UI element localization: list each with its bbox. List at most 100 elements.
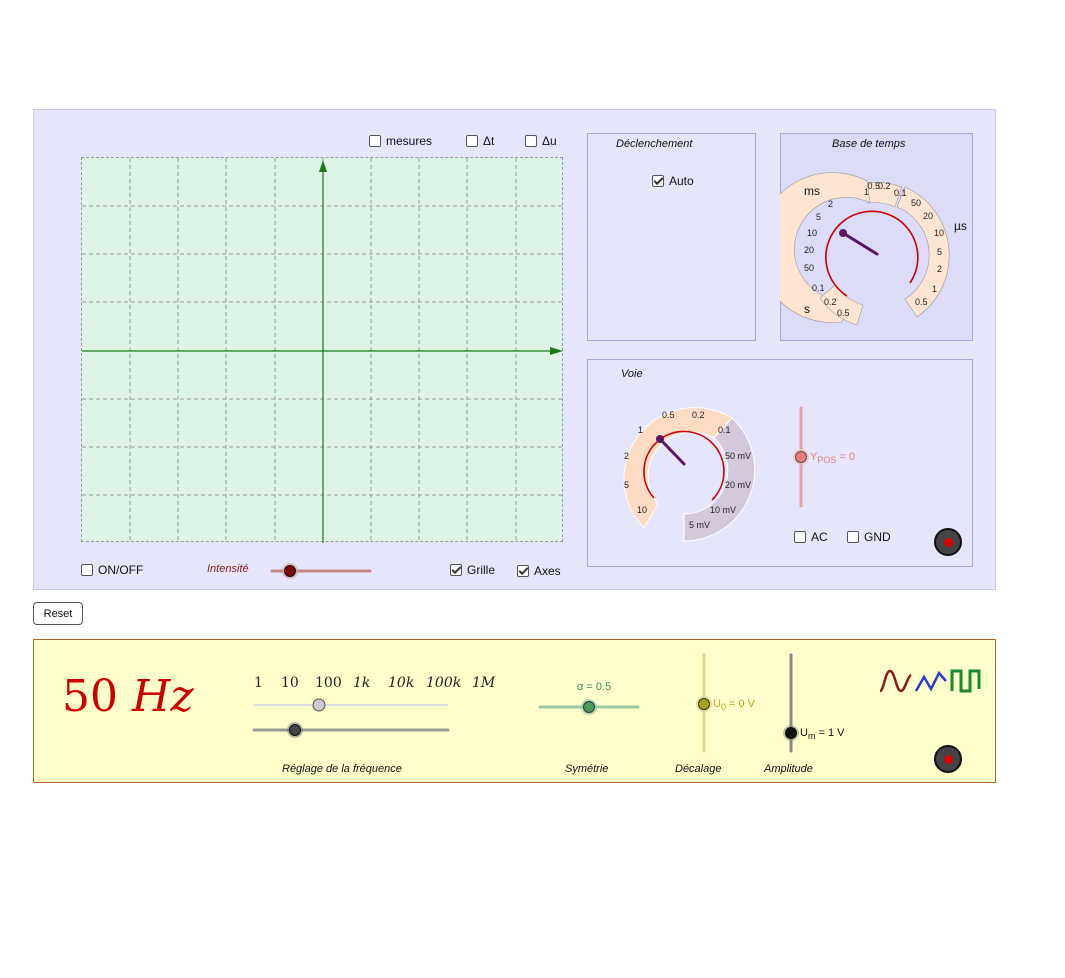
tb-label-ms-01: 0.1 <box>894 188 907 198</box>
freq-scale-100k: 100k <box>426 675 462 691</box>
frequency-unit: Hz <box>132 671 194 722</box>
screen-axes <box>82 160 563 543</box>
measures-label: mesures <box>386 134 433 148</box>
trigger-panel <box>587 133 756 341</box>
tb-label-ms-5: 5 <box>816 212 821 222</box>
tb-label-us-10: 10 <box>934 228 944 238</box>
tb-label-ms-02: 0.2 <box>878 181 891 191</box>
ch-label-05: 0.5 <box>662 410 675 420</box>
on-off-checkbox[interactable]: ON/OFF <box>81 563 143 577</box>
amplitude-readout: Um = 1 V <box>800 727 845 741</box>
symmetry-readout: α = 0.5 <box>577 681 612 693</box>
ch-label-10: 10 <box>637 505 647 515</box>
frequency-adjust-label: Réglage de la fréquence <box>282 763 402 775</box>
tb-label-us-20: 20 <box>923 211 933 221</box>
delta-u-checkbox-box[interactable] <box>525 135 537 147</box>
delta-u-checkbox[interactable]: Δu <box>525 134 557 148</box>
offset-value: = 0 V <box>729 698 756 710</box>
sine-wave-icon[interactable] <box>878 667 914 697</box>
ch-label-01: 0.1 <box>718 425 731 435</box>
ch-label-02: 0.2 <box>692 410 705 420</box>
amplitude-title: Amplitude <box>764 763 813 775</box>
ch-label-10mv: 10 mV <box>710 505 736 515</box>
tb-label-us-5: 5 <box>937 247 942 257</box>
square-wave-icon[interactable] <box>950 667 982 697</box>
oscilloscope-screen <box>81 157 564 543</box>
frequency-number: 50 <box>62 671 118 722</box>
timebase-title: Base de temps <box>832 138 906 150</box>
freq-scale-10: 10 <box>281 675 299 691</box>
on-off-label: ON/OFF <box>98 563 144 577</box>
generator-output-jack[interactable] <box>934 745 962 773</box>
tb-label-us-1: 1 <box>932 284 937 294</box>
axes-checkbox[interactable]: Axes <box>517 564 561 578</box>
auto-checkbox[interactable]: Auto <box>652 174 694 188</box>
tb-label-s-01: 0.1 <box>812 283 825 293</box>
frequency-sliders <box>252 698 450 738</box>
delta-u-label: Δu <box>542 134 557 148</box>
ac-checkbox-box[interactable] <box>794 531 806 543</box>
intensity-slider[interactable] <box>268 561 374 581</box>
tb-label-ms-10: 10 <box>807 228 817 238</box>
tb-label-us-05: 0.5 <box>915 297 928 307</box>
freq-scale-1: 1 <box>254 675 263 691</box>
ac-checkbox[interactable]: AC <box>794 530 828 544</box>
ch-label-1: 1 <box>638 425 643 435</box>
tb-label-s-02: 0.2 <box>824 297 837 307</box>
auto-checkbox-box[interactable] <box>652 175 664 187</box>
amplitude-sub: m <box>807 731 816 742</box>
ypos-value: = 0 <box>839 451 856 463</box>
tb-unit-s: s <box>804 302 810 316</box>
freq-scale-100: 100 <box>315 675 342 691</box>
delta-t-checkbox-box[interactable] <box>466 135 478 147</box>
grid-label: Grille <box>467 563 496 577</box>
offset-sub: 0 <box>720 702 726 713</box>
freq-scale-1M: 1M <box>472 675 496 691</box>
ch-label-20mv: 20 mV <box>725 480 751 490</box>
measures-checkbox-box[interactable] <box>369 135 381 147</box>
axes-checkbox-box[interactable] <box>517 565 529 577</box>
ac-label: AC <box>811 530 828 544</box>
ypos-slider[interactable] <box>791 405 811 509</box>
tb-label-ms-20: 20 <box>804 245 814 255</box>
ch-label-50mv: 50 mV <box>725 451 751 461</box>
gnd-checkbox-box[interactable] <box>847 531 859 543</box>
offset-label: U <box>713 698 721 710</box>
tb-label-ms-50: 50 <box>804 263 814 273</box>
frequency-fine-slider[interactable] <box>252 722 450 738</box>
delta-t-checkbox[interactable]: Δt <box>466 134 494 148</box>
reset-button[interactable]: Reset <box>33 602 83 625</box>
ch-label-5mv: 5 mV <box>689 520 710 530</box>
frequency-decade-slider[interactable] <box>254 698 448 712</box>
timebase-knob[interactable]: 1 0.5 0.2 0.1 2 5 10 20 50 50 20 10 5 2 … <box>780 155 973 335</box>
symmetry-slider[interactable] <box>536 696 642 718</box>
ch-label-2: 2 <box>624 451 629 461</box>
amplitude-slider[interactable] <box>781 652 801 754</box>
frequency-display: 50 Hz <box>62 671 194 722</box>
grid-checkbox-box[interactable] <box>450 564 462 576</box>
tb-unit-ms: ms <box>804 184 820 198</box>
triangle-wave-icon[interactable] <box>914 667 948 697</box>
gnd-label: GND <box>864 530 891 544</box>
volts-div-knob[interactable]: 0.5 0.2 0.1 1 2 5 10 50 mV 20 mV 10 mV 5… <box>606 393 762 549</box>
freq-scale-10k: 10k <box>388 675 415 691</box>
tb-label-us-2: 2 <box>937 264 942 274</box>
measures-checkbox[interactable]: mesures <box>369 134 432 148</box>
on-off-checkbox-box[interactable] <box>81 564 93 576</box>
amplitude-label: U <box>800 727 808 739</box>
tb-label-us-50: 50 <box>911 198 921 208</box>
gnd-checkbox[interactable]: GND <box>847 530 891 544</box>
grid-checkbox[interactable]: Grille <box>450 563 495 577</box>
ypos-readout: YPOS = 0 <box>810 451 855 465</box>
channel-title: Voie <box>621 368 643 380</box>
offset-title: Décalage <box>675 763 722 775</box>
tb-label-ms-2: 2 <box>828 199 833 209</box>
channel-input-jack[interactable] <box>934 528 962 556</box>
offset-slider[interactable] <box>694 652 714 754</box>
amplitude-value: = 1 V <box>818 727 845 739</box>
delta-t-label: Δt <box>483 134 495 148</box>
ypos-sub: POS <box>817 455 837 466</box>
tb-label-s-05: 0.5 <box>837 308 850 318</box>
auto-label: Auto <box>669 174 694 188</box>
ch-label-5: 5 <box>624 480 629 490</box>
